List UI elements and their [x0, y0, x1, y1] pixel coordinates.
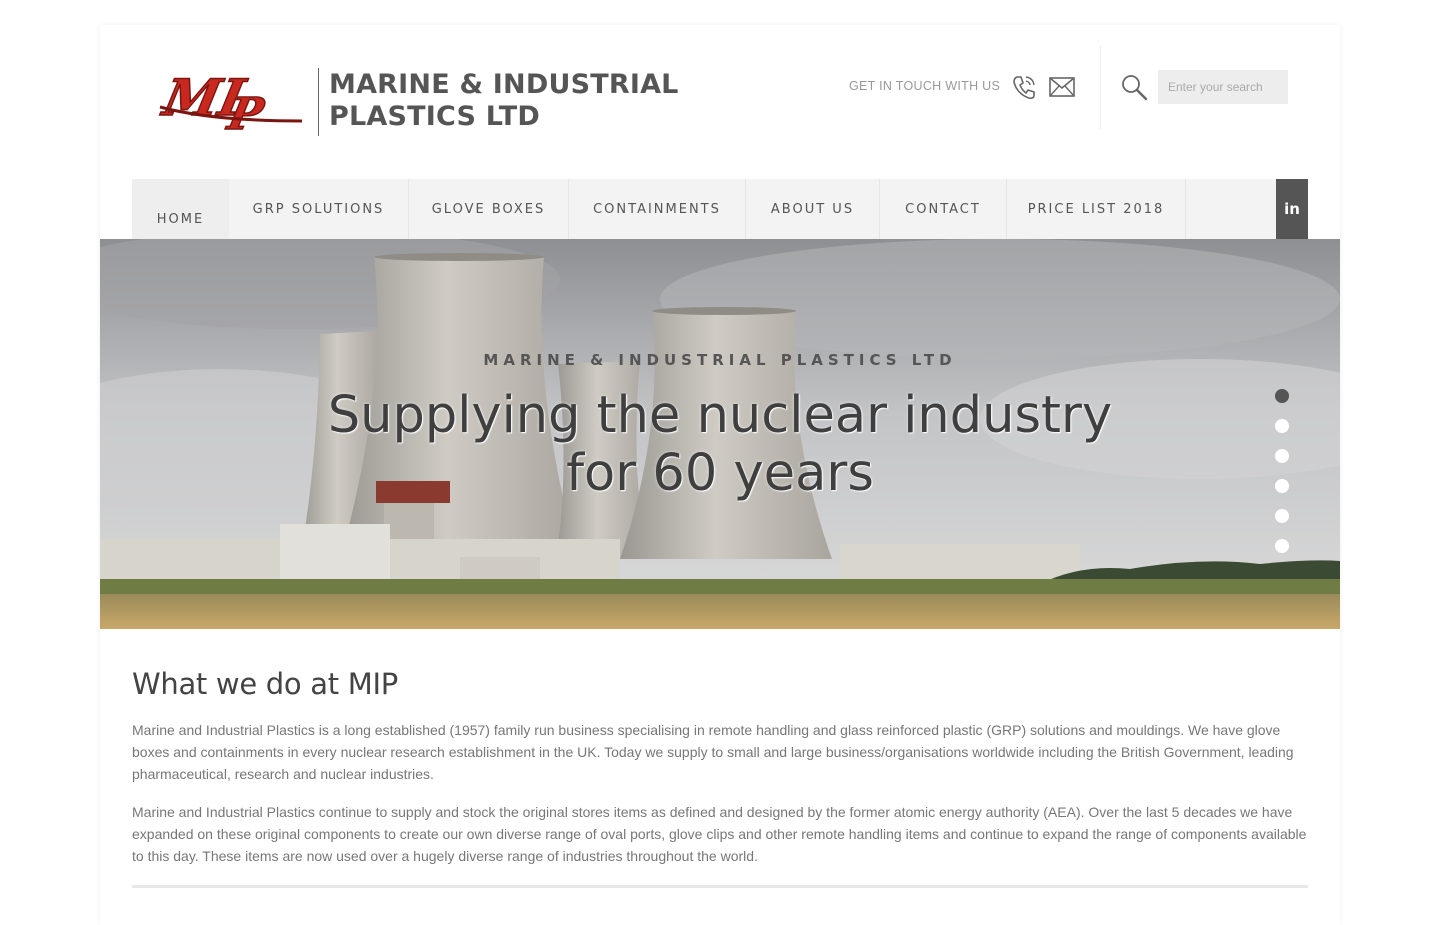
nav-price-list[interactable]: PRICE LIST 2018: [1007, 179, 1186, 239]
contact-label: GET IN TOUCH WITH US: [849, 79, 1001, 93]
hero-title-line2: for 60 years: [566, 444, 874, 503]
history-paragraph: Marine and Industrial Plastics continue …: [132, 804, 1307, 864]
slider-dot-5[interactable]: [1275, 509, 1289, 523]
company-name-line1: MARINE & INDUSTRIAL: [329, 69, 679, 100]
slider-dot-2[interactable]: [1275, 419, 1289, 433]
hero-subtitle: MARINE & INDUSTRIAL PLASTICS LTD: [483, 351, 957, 369]
hero-title-line1: Supplying the nuclear industry: [327, 386, 1113, 445]
section-heading: What we do at MIP: [132, 667, 398, 701]
main-content: What we do at MIP Marine and Industrial …: [132, 667, 1308, 867]
content-divider: [132, 885, 1308, 888]
hero-title: Supplying the nuclear industry for 60 ye…: [100, 387, 1340, 503]
search-icon[interactable]: [1120, 73, 1148, 101]
page-container: MI P MARINE & INDUSTRIAL PLASTICS LTD GE…: [100, 25, 1340, 925]
intro-paragraph: Marine and Industrial Plastics is a long…: [132, 722, 1294, 782]
mip-logo[interactable]: MI P: [152, 63, 312, 141]
phone-icon[interactable]: [1011, 74, 1037, 100]
nav-grp-solutions[interactable]: GRP SOLUTIONS: [229, 179, 409, 239]
logo-divider: [318, 68, 319, 136]
company-name: MARINE & INDUSTRIAL PLASTICS LTD: [329, 69, 679, 133]
hero-slider: MARINE & INDUSTRIAL PLASTICS LTD Supplyi…: [100, 239, 1340, 629]
nav-contact[interactable]: CONTACT: [880, 179, 1007, 239]
company-name-line2: PLASTICS LTD: [329, 101, 540, 132]
slider-pagination: [1275, 389, 1289, 569]
slider-dot-1[interactable]: [1275, 389, 1289, 403]
nav-containments[interactable]: CONTAINMENTS: [569, 179, 746, 239]
slider-dot-4[interactable]: [1275, 479, 1289, 493]
main-nav: HOME GRP SOLUTIONS GLOVE BOXES CONTAINME…: [132, 179, 1276, 249]
linkedin-icon[interactable]: in: [1276, 179, 1308, 239]
header-separator: [1100, 45, 1101, 129]
nav-glove-boxes[interactable]: GLOVE BOXES: [409, 179, 569, 239]
slider-dot-6[interactable]: [1275, 539, 1289, 553]
slider-dot-3[interactable]: [1275, 449, 1289, 463]
mail-icon[interactable]: [1048, 76, 1076, 98]
nav-about-us[interactable]: ABOUT US: [746, 179, 880, 239]
search-input[interactable]: [1158, 70, 1288, 104]
